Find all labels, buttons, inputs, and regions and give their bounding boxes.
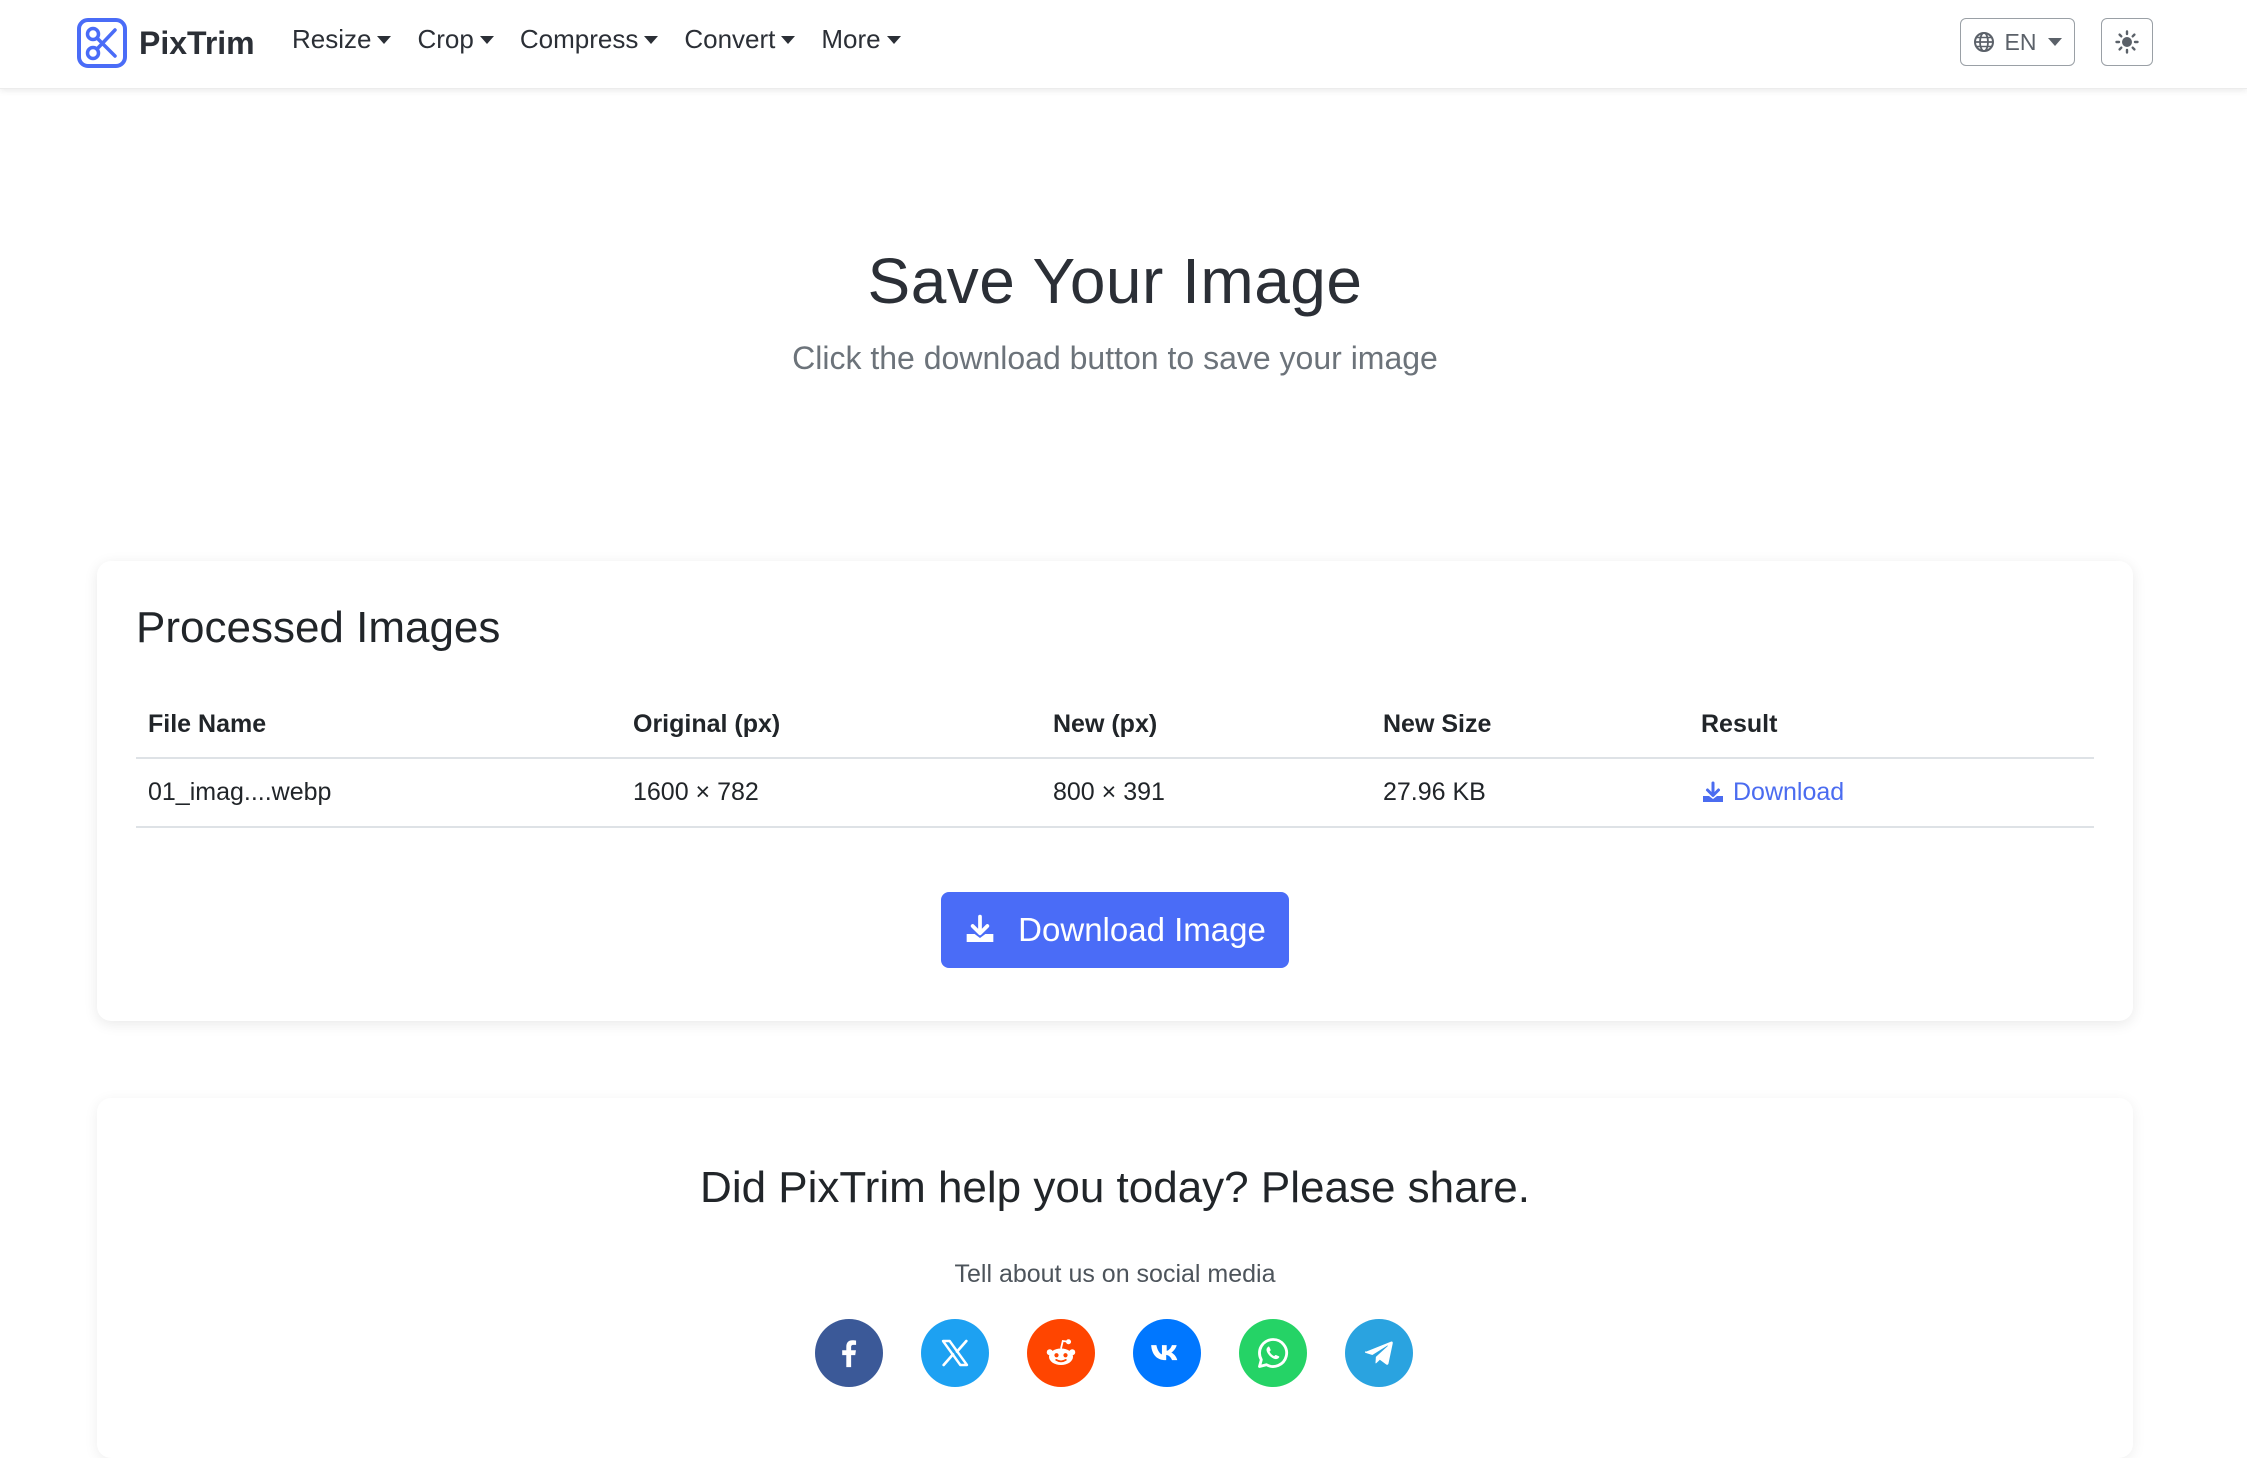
download-image-button[interactable]: Download Image bbox=[941, 892, 1289, 968]
share-card: Did PixTrim help you today? Please share… bbox=[97, 1098, 2133, 1458]
col-header-file-name: File Name bbox=[148, 709, 267, 738]
globe-icon bbox=[1973, 32, 1994, 52]
share-reddit-button[interactable] bbox=[1027, 1319, 1095, 1387]
nav-more[interactable]: More bbox=[821, 24, 901, 55]
nav-crop-label: Crop bbox=[417, 24, 474, 54]
processed-images-card: Processed Images File Name Original (px)… bbox=[97, 561, 2133, 1021]
vk-icon bbox=[1151, 1345, 1178, 1361]
brand[interactable]: PixTrim bbox=[77, 18, 255, 68]
social-share-buttons bbox=[815, 1319, 1451, 1387]
share-subtitle: Tell about us on social media bbox=[954, 1260, 1276, 1288]
caret-down-icon bbox=[781, 35, 796, 44]
table-row: 01_imag....webp 1600 × 782 800 × 391 27.… bbox=[136, 759, 2094, 828]
share-vk-button[interactable] bbox=[1133, 1319, 1201, 1387]
caret-down-icon bbox=[886, 35, 901, 44]
cell-file-size: 27.96 KB bbox=[1383, 778, 1486, 806]
processed-images-table: File Name Original (px) New (px) New Siz… bbox=[136, 691, 2094, 828]
cell-new-size-px: 800 × 391 bbox=[1053, 778, 1165, 806]
caret-down-icon bbox=[479, 35, 494, 44]
telegram-icon bbox=[1364, 1341, 1393, 1365]
brand-name: PixTrim bbox=[139, 24, 255, 61]
col-header-new-size: New Size bbox=[1383, 709, 1492, 738]
download-icon bbox=[966, 914, 994, 942]
col-header-result: Result bbox=[1701, 709, 1778, 738]
share-x-button[interactable] bbox=[921, 1319, 989, 1387]
share-facebook-button[interactable] bbox=[815, 1319, 883, 1387]
nav-resize-label: Resize bbox=[292, 24, 372, 54]
table-header-row: File Name Original (px) New (px) New Siz… bbox=[136, 691, 2094, 759]
download-image-label: Download Image bbox=[1018, 911, 1266, 948]
page-title: Save Your Image bbox=[867, 245, 1363, 317]
share-telegram-button[interactable] bbox=[1345, 1319, 1413, 1387]
cell-original-size: 1600 × 782 bbox=[633, 778, 759, 806]
theme-toggle-button[interactable] bbox=[2101, 18, 2153, 66]
whatsapp-icon bbox=[1258, 1338, 1289, 1368]
row-download-link[interactable]: Download bbox=[1701, 778, 1844, 807]
nav-compress-label: Compress bbox=[519, 24, 639, 54]
caret-down-icon bbox=[644, 35, 659, 44]
nav-convert[interactable]: Convert bbox=[684, 24, 796, 55]
processed-images-title: Processed Images bbox=[136, 603, 501, 652]
nav-crop[interactable]: Crop bbox=[417, 24, 494, 55]
cell-file-name: 01_imag....webp bbox=[148, 778, 332, 806]
caret-down-icon bbox=[2048, 38, 2063, 46]
sun-icon bbox=[2115, 30, 2139, 54]
main-nav: Resize Crop Compress Convert More bbox=[292, 24, 927, 55]
row-download-label: Download bbox=[1733, 778, 1845, 806]
caret-down-icon bbox=[377, 35, 392, 44]
reddit-icon bbox=[1046, 1339, 1076, 1365]
col-header-original: Original (px) bbox=[633, 709, 781, 738]
nav-resize[interactable]: Resize bbox=[292, 24, 392, 55]
share-title: Did PixTrim help you today? Please share… bbox=[700, 1163, 1530, 1212]
language-selector[interactable]: EN bbox=[1960, 18, 2075, 66]
nav-more-label: More bbox=[821, 24, 881, 54]
nav-compress[interactable]: Compress bbox=[519, 24, 659, 55]
download-icon bbox=[1703, 781, 1723, 802]
cell-result: Download bbox=[1701, 759, 1844, 826]
scissors-logo-icon bbox=[77, 18, 127, 68]
share-whatsapp-button[interactable] bbox=[1239, 1319, 1307, 1387]
page-subtitle: Click the download button to save your i… bbox=[792, 340, 1438, 376]
x-icon bbox=[941, 1339, 969, 1367]
nav-convert-label: Convert bbox=[684, 24, 776, 54]
facebook-icon bbox=[842, 1340, 857, 1368]
col-header-new: New (px) bbox=[1053, 709, 1158, 738]
top-navbar: PixTrim Resize Crop Compress Convert Mor… bbox=[0, 0, 2247, 89]
language-label: EN bbox=[2004, 28, 2037, 55]
